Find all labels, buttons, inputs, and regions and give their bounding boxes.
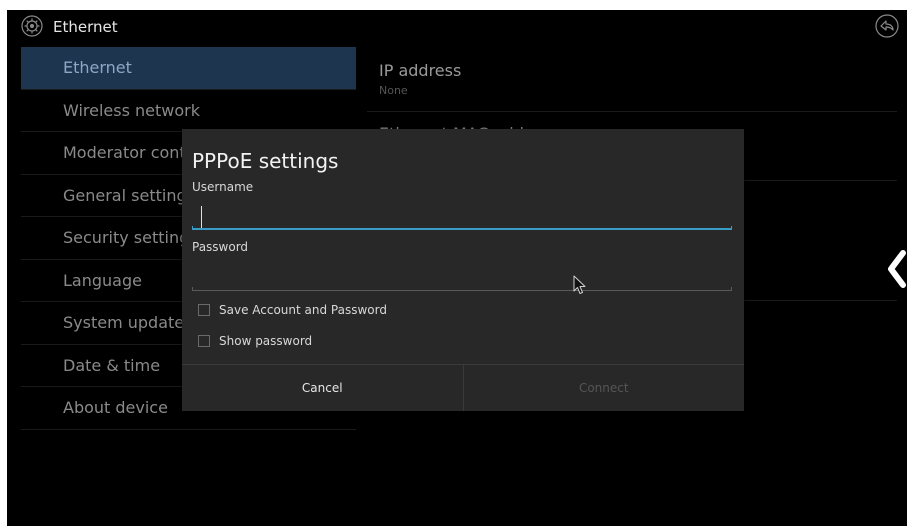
mouse-cursor-icon (573, 275, 586, 294)
username-underline (192, 228, 732, 230)
detail-panel: IP address None (367, 47, 897, 112)
username-field[interactable] (192, 204, 732, 230)
text-caret (201, 206, 202, 228)
ip-address-pref[interactable]: IP address None (367, 47, 897, 112)
action-bar: Ethernet (7, 10, 907, 46)
menu-item-wireless-network[interactable]: Wireless network (21, 90, 356, 132)
save-account-label: Save Account and Password (219, 303, 387, 317)
save-account-checkbox[interactable] (198, 304, 210, 316)
cancel-button[interactable]: Cancel (182, 365, 464, 411)
username-label: Username (192, 180, 254, 194)
show-password-label: Show password (219, 334, 313, 348)
password-label: Password (192, 240, 249, 254)
screen: Ethernet Ethernet Wireless network Moder… (7, 10, 907, 526)
show-password-row[interactable]: Show password (198, 332, 312, 350)
pppoe-dialog: PPPoE settings Username Password Save Ac… (182, 129, 744, 411)
password-input[interactable] (206, 265, 710, 291)
back-icon[interactable] (875, 14, 899, 38)
password-underline (192, 290, 732, 291)
password-underline-tick-right (731, 287, 732, 291)
gear-icon[interactable] (21, 15, 43, 37)
chevron-left-icon[interactable] (885, 247, 907, 291)
password-field[interactable] (192, 265, 732, 291)
save-account-row[interactable]: Save Account and Password (198, 301, 387, 319)
dialog-button-bar: Cancel Connect (182, 364, 744, 411)
show-password-checkbox[interactable] (198, 335, 210, 347)
app-title: Ethernet (53, 18, 118, 36)
dialog-title: PPPoE settings (192, 149, 339, 173)
ip-address-title: IP address (379, 61, 462, 80)
menu-item-ethernet[interactable]: Ethernet (21, 47, 356, 90)
username-underline-tick-right (731, 226, 732, 230)
password-underline-tick-left (192, 287, 193, 291)
username-underline-tick-left (192, 226, 193, 230)
connect-button[interactable]: Connect (464, 365, 745, 411)
ip-address-value: None (379, 84, 408, 97)
username-input[interactable] (206, 204, 710, 230)
